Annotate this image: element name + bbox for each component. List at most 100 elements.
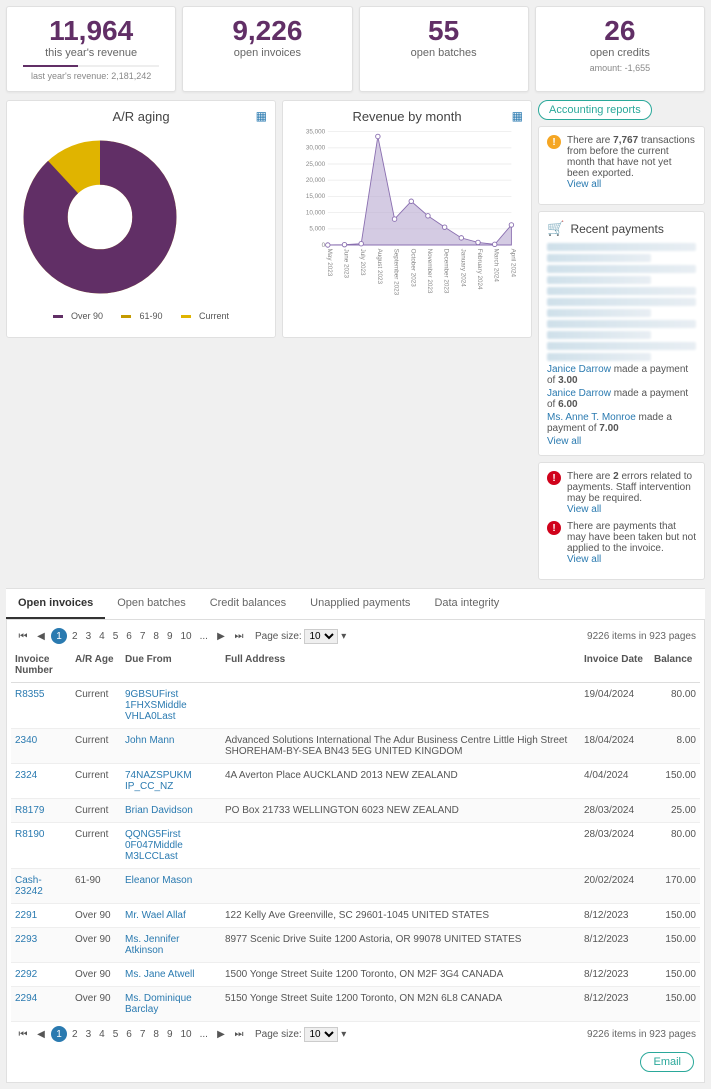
view-all-link[interactable]: View all	[547, 436, 581, 447]
tab-data-integrity[interactable]: Data integrity	[422, 589, 511, 619]
pager-page[interactable]: 2	[69, 631, 81, 642]
dropdown-icon: ▾	[341, 1029, 346, 1040]
card-label: open credits	[544, 47, 696, 59]
card-open-invoices[interactable]: 9,226 open invoices	[182, 6, 352, 92]
svg-text:February 2024: February 2024	[476, 249, 483, 290]
view-all-link[interactable]: View all	[567, 554, 601, 565]
table-row: 2291Over 90Mr. Wael Allaf122 Kelly Ave G…	[11, 904, 700, 928]
pager-page[interactable]: 5	[110, 631, 122, 642]
calendar-icon[interactable]: ▦	[256, 109, 267, 123]
pager-prev[interactable]: ◀	[33, 1026, 49, 1042]
payment-errors-alert: ! There are 2 errors related to payments…	[538, 462, 705, 580]
due-from-link[interactable]: Eleanor Mason	[125, 875, 192, 886]
tab-unapplied-payments[interactable]: Unapplied payments	[298, 589, 422, 619]
pager-page[interactable]: 9	[164, 631, 176, 642]
due-from-link[interactable]: Mr. Wael Allaf	[125, 910, 186, 921]
card-revenue[interactable]: 11,964 this year's revenue last year's r…	[6, 6, 176, 92]
tab-credit-balances[interactable]: Credit balances	[198, 589, 298, 619]
tab-open-invoices[interactable]: Open invoices	[6, 589, 105, 619]
svg-text:October 2023: October 2023	[409, 249, 416, 288]
table-row: 2294Over 90Ms. Dominique Barclay5150 Yon…	[11, 987, 700, 1022]
pager-page[interactable]: 6	[123, 1029, 135, 1040]
invoice-link[interactable]: 2291	[15, 910, 37, 921]
pager-page[interactable]: 3	[83, 1029, 95, 1040]
table-row: Cash-2324261-90Eleanor Mason20/02/202417…	[11, 869, 700, 904]
invoice-link[interactable]: R8190	[15, 829, 44, 840]
invoice-link[interactable]: Cash-23242	[15, 875, 43, 897]
pager-page[interactable]: 10	[178, 631, 195, 642]
payment-line: Janice Darrow made a payment of 3.00	[547, 364, 696, 386]
view-all-link[interactable]: View all	[567, 504, 601, 515]
svg-text:September 2023: September 2023	[393, 249, 400, 296]
invoice-link[interactable]: 2293	[15, 934, 37, 945]
payer-link[interactable]: Janice Darrow	[547, 388, 611, 399]
due-from-link[interactable]: John Mann	[125, 735, 174, 746]
due-from-link[interactable]: Ms. Jennifer Atkinson	[125, 934, 179, 956]
table-row: R8179CurrentBrian DavidsonPO Box 21733 W…	[11, 799, 700, 823]
svg-text:35,000: 35,000	[306, 128, 326, 135]
pager-page[interactable]: 4	[96, 631, 108, 642]
pager-first[interactable]: ⏮	[15, 1026, 31, 1042]
pager-next[interactable]: ▶	[213, 628, 229, 644]
pager-page[interactable]: 8	[150, 631, 162, 642]
svg-text:March 2024: March 2024	[493, 249, 500, 283]
invoice-link[interactable]: R8355	[15, 689, 44, 700]
due-from-link[interactable]: 74NAZSPUKM IP_CC_NZ	[125, 770, 192, 792]
pager-page[interactable]: 6	[123, 631, 135, 642]
card-open-credits[interactable]: 26 open credits amount: -1,655	[535, 6, 705, 92]
due-from-link[interactable]: Ms. Dominique Barclay	[125, 993, 192, 1015]
pager-page[interactable]: 7	[137, 1029, 149, 1040]
table-row: 2292Over 90Ms. Jane Atwell1500 Yonge Str…	[11, 963, 700, 987]
pager-page[interactable]: 8	[150, 1029, 162, 1040]
page-size-select[interactable]: 10	[304, 1027, 338, 1042]
pager-page[interactable]: 5	[110, 1029, 122, 1040]
pager-page[interactable]: 3	[83, 631, 95, 642]
pager-page[interactable]: 7	[137, 631, 149, 642]
due-from-link[interactable]: QQNG5First 0F047Middle M3LCCLast	[125, 829, 183, 862]
pager-last[interactable]: ⏭	[231, 628, 247, 644]
col-header[interactable]: Due From	[121, 648, 221, 683]
invoice-link[interactable]: 2340	[15, 735, 37, 746]
payer-link[interactable]: Janice Darrow	[547, 364, 611, 375]
due-from-link[interactable]: Ms. Jane Atwell	[125, 969, 194, 980]
pager-prev[interactable]: ◀	[33, 628, 49, 644]
payer-link[interactable]: Ms. Anne T. Monroe	[547, 412, 636, 423]
pager-page[interactable]: 1	[51, 1026, 67, 1042]
export-alert: ! There are 7,767 transactions from befo…	[538, 126, 705, 205]
col-header[interactable]: A/R Age	[71, 648, 121, 683]
accounting-reports-button[interactable]: Accounting reports	[538, 100, 652, 120]
email-button[interactable]: Email	[640, 1052, 694, 1072]
pager-page[interactable]: 10	[178, 1029, 195, 1040]
pager-last[interactable]: ⏭	[231, 1026, 247, 1042]
pager-next[interactable]: ▶	[213, 1026, 229, 1042]
card-label: open invoices	[191, 47, 343, 59]
pager-page[interactable]: ...	[197, 1029, 211, 1040]
due-from-link[interactable]: Brian Davidson	[125, 805, 193, 816]
svg-text:30,000: 30,000	[306, 145, 326, 152]
blurred-row	[547, 254, 651, 262]
svg-text:0: 0	[322, 242, 326, 249]
invoice-link[interactable]: 2324	[15, 770, 37, 781]
col-header[interactable]: Full Address	[221, 648, 580, 683]
col-header[interactable]: Invoice Date	[580, 648, 650, 683]
svg-text:December 2023: December 2023	[443, 249, 450, 294]
card-value: 55	[368, 17, 520, 45]
invoice-link[interactable]: 2294	[15, 993, 37, 1004]
pager-page[interactable]: 1	[51, 628, 67, 644]
blurred-row	[547, 353, 651, 361]
card-open-batches[interactable]: 55 open batches	[359, 6, 529, 92]
col-header[interactable]: Balance	[650, 648, 700, 683]
invoice-link[interactable]: R8179	[15, 805, 44, 816]
col-header[interactable]: Invoice Number	[11, 648, 71, 683]
pager-page[interactable]: 4	[96, 1029, 108, 1040]
page-size-select[interactable]: 10	[304, 629, 338, 644]
calendar-icon[interactable]: ▦	[512, 109, 523, 123]
pager-page[interactable]: 9	[164, 1029, 176, 1040]
pager-first[interactable]: ⏮	[15, 628, 31, 644]
due-from-link[interactable]: 9GBSUFirst 1FHXSMiddle VHLA0Last	[125, 689, 187, 722]
view-all-link[interactable]: View all	[567, 179, 601, 190]
pager-page[interactable]: 2	[69, 1029, 81, 1040]
tab-open-batches[interactable]: Open batches	[105, 589, 198, 619]
invoice-link[interactable]: 2292	[15, 969, 37, 980]
pager-page[interactable]: ...	[197, 631, 211, 642]
